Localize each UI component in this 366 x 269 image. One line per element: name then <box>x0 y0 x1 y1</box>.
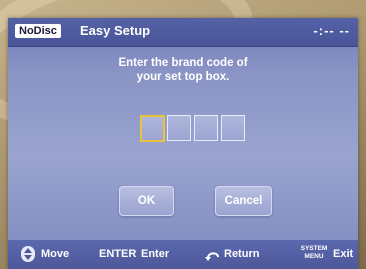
return-icon <box>205 248 221 261</box>
code-digit-1[interactable] <box>140 115 165 142</box>
footer-help-bar: Move ENTER Enter Return SYSTEM MENU Exit <box>8 240 358 269</box>
enter-key-label: ENTER <box>99 248 137 260</box>
instruction-line-2: your set top box. <box>136 71 230 83</box>
exit-label: Exit <box>333 248 354 260</box>
system-key-text: SYSTEM <box>300 245 328 252</box>
header-bar: NoDisc Easy Setup -:-- -- <box>8 18 358 47</box>
enter-label: Enter <box>141 248 170 260</box>
code-digit-4[interactable] <box>221 115 245 141</box>
instruction-text: Enter the brand code of your set top box… <box>8 56 358 84</box>
instruction-line-1: Enter the brand code of <box>118 57 248 69</box>
page-title: Easy Setup <box>80 23 151 38</box>
system-menu-key-icon: SYSTEM MENU <box>298 245 330 265</box>
return-label: Return <box>224 248 260 260</box>
move-label: Move <box>41 248 70 260</box>
disc-status-badge: NoDisc <box>15 24 61 38</box>
up-down-arrows-icon <box>21 246 35 262</box>
ok-button[interactable]: OK <box>119 186 174 216</box>
easy-setup-screen: NoDisc Easy Setup -:-- -- Enter the bran… <box>8 18 358 269</box>
menu-key-text: MENU <box>304 253 324 260</box>
cancel-button[interactable]: Cancel <box>215 186 272 216</box>
code-digit-3[interactable] <box>194 115 218 141</box>
time-display: -:-- -- <box>313 23 350 38</box>
code-digit-2[interactable] <box>167 115 191 141</box>
